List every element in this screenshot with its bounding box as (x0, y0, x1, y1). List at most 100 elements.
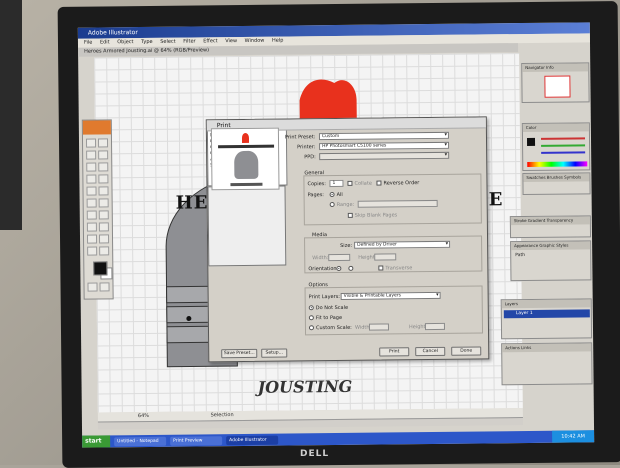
pages-all-radio[interactable] (329, 192, 335, 198)
menu-object[interactable]: Object (117, 39, 133, 45)
free-transform-tool-icon[interactable] (98, 210, 109, 220)
custom-scale-width-field[interactable] (368, 323, 390, 331)
copies-field[interactable]: 1 (329, 179, 344, 188)
menu-file[interactable]: File (84, 40, 92, 46)
eyedropper-tool-icon[interactable] (87, 246, 98, 256)
color-spectrum[interactable] (527, 161, 588, 167)
pages-all-label: All (336, 191, 343, 198)
media-width-field[interactable] (328, 253, 351, 262)
taskbar-item-illustrator[interactable]: Adobe Illustrator (226, 435, 279, 446)
appearance-item[interactable]: Path (515, 253, 525, 258)
graph-tool-icon[interactable] (98, 222, 109, 232)
menu-edit[interactable]: Edit (100, 39, 110, 45)
color-fill-chip[interactable] (526, 137, 536, 146)
color-panel-tabs[interactable]: Color (522, 123, 589, 133)
pen-tool-icon[interactable] (86, 162, 97, 172)
green-slider[interactable] (541, 144, 586, 147)
size-label: Size: (340, 242, 353, 249)
do-not-scale-radio[interactable] (308, 305, 314, 311)
menu-filter[interactable]: Filter (183, 38, 195, 44)
save-preset-button[interactable]: Save Preset... (221, 348, 258, 359)
skip-blank-checkbox[interactable] (347, 212, 353, 218)
swatches-panel: Swatches Brushes Symbols (522, 172, 591, 196)
menu-window[interactable]: Window (245, 38, 265, 44)
artwork-bottom-script: JOUSTING (257, 376, 353, 397)
navigator-panel-tabs[interactable]: Navigator Info (522, 63, 589, 73)
tools-panel-header (82, 120, 111, 135)
actions-panel-tabs[interactable]: Actions Links (502, 343, 592, 353)
full-screen-mode-icon[interactable] (99, 282, 110, 292)
orientation-label: Orientation: (308, 265, 339, 273)
print-preset-label: Print Preset: (284, 134, 316, 141)
collate-label: Collate (354, 180, 372, 187)
cancel-button[interactable]: Cancel (415, 346, 446, 357)
navigator-panel: Navigator Info (521, 62, 590, 104)
custom-scale-label: Custom Scale: (315, 324, 352, 332)
taskbar-item-notepad[interactable]: Untitled - Notepad (114, 436, 167, 447)
printer-label: Printer: (297, 144, 316, 151)
menu-type[interactable]: Type (141, 39, 153, 45)
navigator-thumbnail[interactable] (544, 75, 571, 98)
media-size-select[interactable]: Defined by Driver (354, 240, 451, 249)
mesh-tool-icon[interactable] (86, 234, 98, 244)
menu-effect[interactable]: Effect (203, 38, 217, 44)
pages-range-field[interactable] (357, 199, 438, 208)
screen-mode-icon[interactable] (87, 282, 98, 292)
warp-tool-icon[interactable] (86, 210, 97, 220)
selection-tool-icon[interactable] (85, 138, 97, 148)
appearance-panel: Appearance Graphic Styles Path (510, 240, 592, 282)
custom-scale-radio[interactable] (308, 325, 314, 331)
gradient-tool-icon[interactable] (98, 234, 110, 244)
orientation-landscape-radio[interactable] (348, 265, 354, 271)
transverse-checkbox[interactable] (378, 265, 384, 271)
pages-label: Pages: (307, 192, 325, 199)
setup-button[interactable]: Setup... (261, 348, 288, 358)
rectangle-tool-icon[interactable] (98, 174, 109, 184)
type-tool-icon[interactable] (98, 162, 109, 172)
taskbar-item-print-preview[interactable]: Print Preview (170, 436, 223, 446)
fill-color-swatch[interactable] (93, 261, 108, 276)
paintbrush-tool-icon[interactable] (86, 186, 97, 196)
reverse-order-label: Reverse Order (383, 180, 420, 187)
blue-slider[interactable] (541, 151, 586, 154)
menu-help[interactable]: Help (272, 38, 283, 44)
scale-tool-icon[interactable] (98, 198, 109, 208)
red-slider[interactable] (540, 137, 586, 140)
appearance-panel-tabs[interactable]: Appearance Graphic Styles (511, 241, 591, 251)
ppd-select[interactable] (319, 151, 450, 161)
fit-to-page-radio[interactable] (308, 315, 314, 321)
reverse-order-checkbox[interactable] (376, 180, 382, 186)
printer-select[interactable]: HP Photosmart C5100 series (319, 141, 450, 151)
menu-view[interactable]: View (225, 38, 237, 44)
print-preset-select[interactable]: Custom (318, 131, 449, 141)
start-button[interactable]: start (82, 435, 111, 448)
zoom-level[interactable]: 64% (138, 413, 149, 419)
status-label[interactable]: Selection (211, 412, 234, 418)
done-button[interactable]: Done (451, 346, 482, 356)
print-layers-select[interactable]: Visible & Printable Layers (340, 291, 441, 300)
lasso-tool-icon[interactable] (98, 150, 109, 160)
menu-select[interactable]: Select (160, 39, 175, 45)
print-button[interactable]: Print (379, 347, 410, 357)
media-height-field[interactable] (374, 253, 397, 261)
screen: Adobe Illustrator File Edit Object Type … (77, 22, 595, 448)
collate-checkbox[interactable] (347, 180, 353, 186)
do-not-scale-label: Do Not Scale (315, 304, 349, 312)
symbol-sprayer-tool-icon[interactable] (86, 222, 97, 232)
print-preview-pane[interactable] (207, 127, 287, 267)
layer-name: Layer 1 (515, 310, 533, 317)
layers-panel-tabs[interactable]: Layers (501, 299, 591, 309)
rotate-tool-icon[interactable] (86, 198, 97, 208)
custom-scale-height-field[interactable] (424, 322, 445, 331)
preview-plume (241, 132, 250, 143)
stroke-panel-tabs[interactable]: Stroke Gradient Transparency (510, 216, 590, 226)
pages-range-radio[interactable] (329, 202, 335, 208)
layer-row[interactable]: Layer 1 (503, 309, 590, 319)
blend-tool-icon[interactable] (99, 246, 110, 256)
line-tool-icon[interactable] (86, 174, 97, 184)
orientation-portrait-radio[interactable] (336, 265, 342, 271)
swatches-panel-tabs[interactable]: Swatches Brushes Symbols (523, 173, 590, 183)
pencil-tool-icon[interactable] (98, 186, 109, 196)
magic-wand-tool-icon[interactable] (86, 150, 97, 160)
direct-selection-tool-icon[interactable] (97, 138, 109, 148)
